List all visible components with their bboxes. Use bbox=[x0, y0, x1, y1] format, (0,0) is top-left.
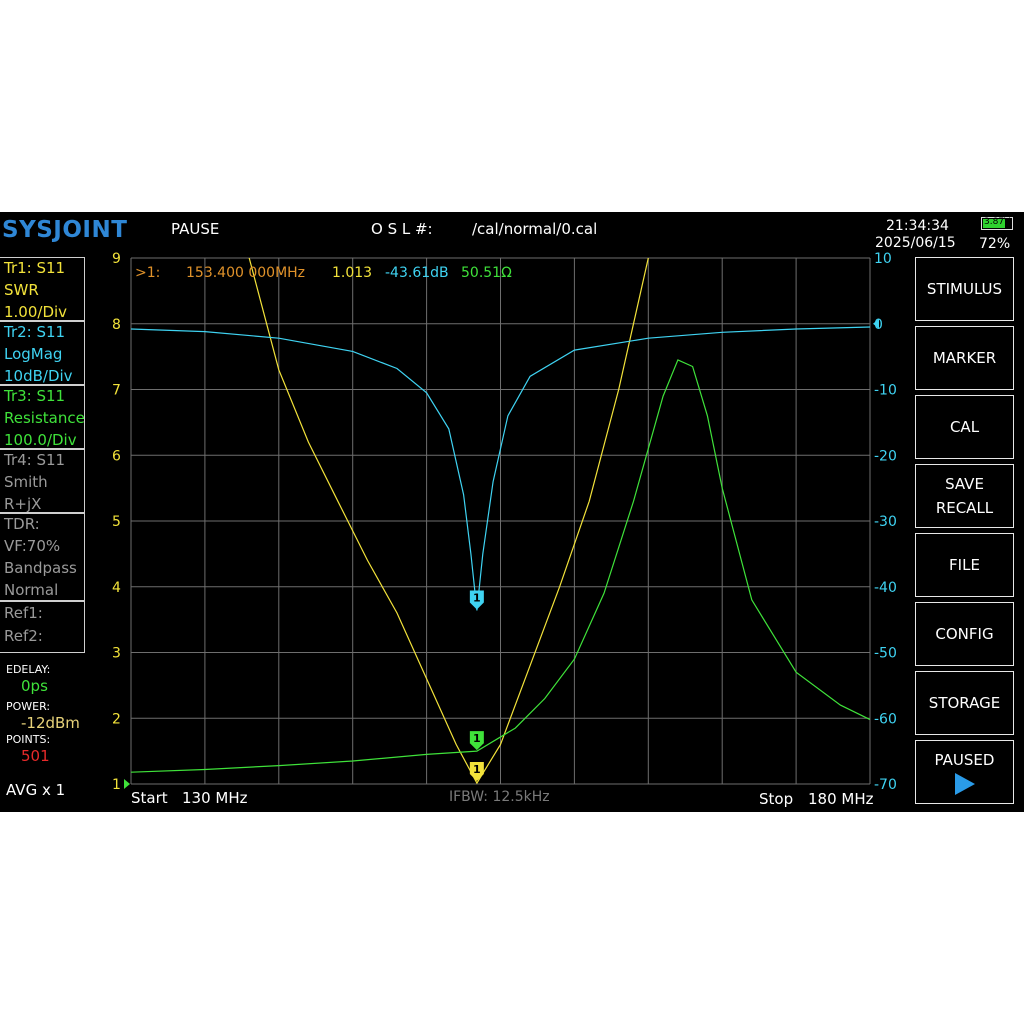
right-tick-label: -60 bbox=[874, 711, 897, 727]
svg-text:1: 1 bbox=[473, 763, 481, 776]
marker-readout-swr: 1.013 bbox=[332, 265, 372, 281]
cal-button[interactable]: CAL bbox=[915, 395, 1014, 459]
start-label[interactable]: Start bbox=[131, 789, 168, 807]
plot-grid bbox=[130, 257, 871, 785]
vna-screen: SYSJOINT PAUSE O S L #: /cal/normal/0.ca… bbox=[0, 212, 1024, 812]
marker-logmag: 1 bbox=[469, 590, 484, 610]
left-tick-label: 9 bbox=[112, 251, 121, 267]
marker-readout-resistance: 50.51Ω bbox=[461, 265, 512, 281]
marker-readout-logmag: -43.61dB bbox=[385, 265, 449, 281]
ifbw-value[interactable]: IFBW: 12.5kHz bbox=[449, 789, 550, 805]
left-tick-label: 7 bbox=[112, 383, 121, 399]
stimulus-button[interactable]: STIMULUS bbox=[915, 257, 1014, 321]
right-tick-label: -40 bbox=[874, 580, 897, 596]
paused-button[interactable]: PAUSED bbox=[915, 740, 1014, 804]
marker-readout-freq: 153.400 000MHz bbox=[186, 265, 305, 281]
right-tick-label: -70 bbox=[874, 777, 897, 793]
config-button[interactable]: CONFIG bbox=[915, 602, 1014, 666]
marker-swr: 1 bbox=[469, 762, 484, 781]
left-ref-pointer bbox=[124, 779, 130, 789]
left-tick-label: 3 bbox=[112, 646, 121, 662]
storage-button[interactable]: STORAGE bbox=[915, 671, 1014, 735]
recall-label: RECALL bbox=[935, 499, 994, 517]
paused-label: PAUSED bbox=[934, 751, 995, 769]
right-axis-ticks: 100-10-20-30-40-50-60-70 bbox=[873, 251, 897, 793]
left-tick-label: 8 bbox=[112, 317, 121, 333]
stop-label[interactable]: Stop bbox=[759, 790, 793, 808]
plot-area: 987654321 100-10-20-30-40-50-60-70 111 >… bbox=[112, 251, 897, 793]
marker-button[interactable]: MARKER bbox=[915, 326, 1014, 390]
marker-resistance: 1 bbox=[469, 731, 484, 751]
stop-value[interactable]: 180 MHz bbox=[808, 790, 874, 808]
file-button[interactable]: FILE bbox=[915, 533, 1014, 597]
left-tick-label: 4 bbox=[112, 580, 121, 596]
save-recall-button[interactable]: SAVE RECALL bbox=[915, 464, 1014, 528]
play-icon bbox=[954, 773, 975, 795]
right-tick-label: -10 bbox=[874, 383, 897, 399]
marker-readout-id: >1: bbox=[135, 265, 160, 281]
save-label: SAVE bbox=[945, 475, 984, 493]
left-tick-label: 1 bbox=[112, 777, 121, 793]
left-tick-label: 2 bbox=[112, 711, 121, 727]
right-tick-label: -30 bbox=[874, 514, 897, 530]
svg-text:1: 1 bbox=[473, 732, 481, 745]
left-tick-label: 5 bbox=[112, 514, 121, 530]
right-tick-label: -20 bbox=[874, 448, 897, 464]
start-value[interactable]: 130 MHz bbox=[182, 789, 248, 807]
right-tick-label: -50 bbox=[874, 646, 897, 662]
left-tick-label: 6 bbox=[112, 448, 121, 464]
left-axis-ticks: 9 8 7 6 5 4 3 2 1 bbox=[112, 251, 130, 793]
right-tick-label: 10 bbox=[874, 251, 892, 267]
svg-text:1: 1 bbox=[473, 591, 481, 604]
